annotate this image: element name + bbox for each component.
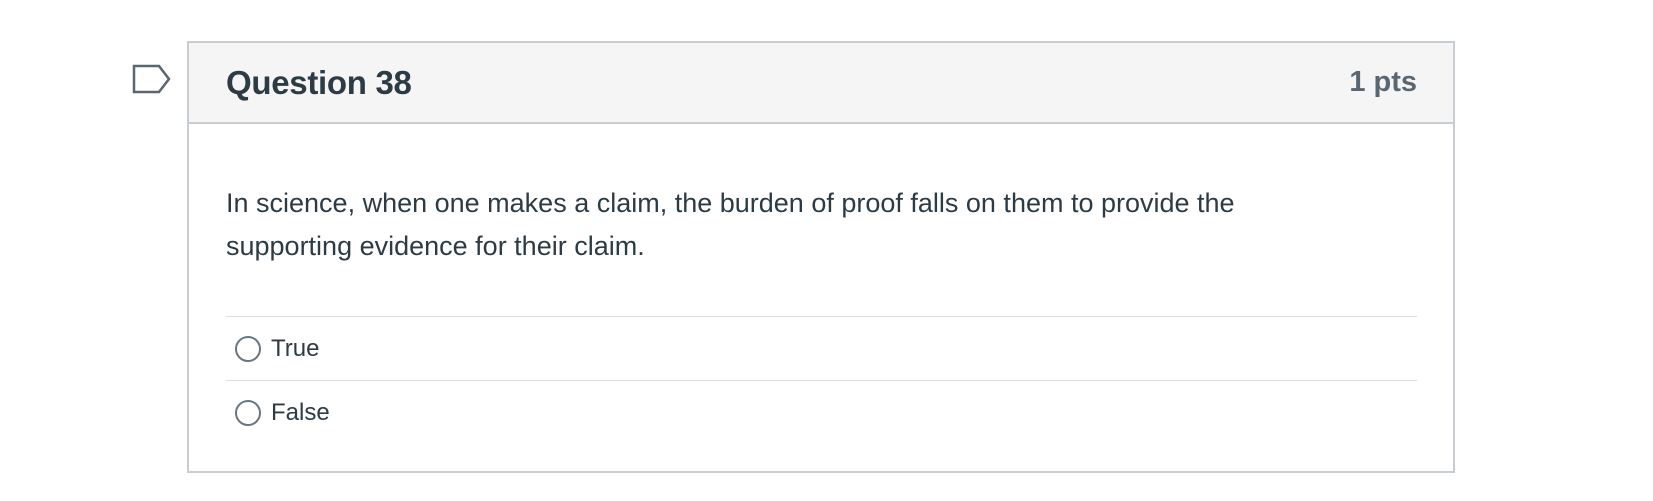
question-header: Question 38 1 pts: [189, 43, 1453, 124]
radio-button-false[interactable]: [235, 400, 261, 426]
question-body: In science, when one makes a claim, the …: [189, 124, 1453, 445]
radio-button-true[interactable]: [235, 335, 261, 362]
answer-label: True: [271, 334, 320, 362]
answer-option-true[interactable]: True: [226, 317, 1417, 381]
answer-option-false[interactable]: False: [226, 381, 1417, 445]
question-points: 1 pts: [1349, 66, 1417, 98]
question-title: Question 38: [226, 63, 412, 101]
flag-outline-icon: [132, 64, 171, 94]
flag-question-button[interactable]: [132, 64, 172, 98]
answer-list: True False: [226, 316, 1417, 445]
question-card: Question 38 1 pts In science, when one m…: [187, 41, 1455, 473]
answer-label: False: [271, 399, 330, 426]
question-text: In science, when one makes a claim, the …: [226, 188, 1235, 261]
